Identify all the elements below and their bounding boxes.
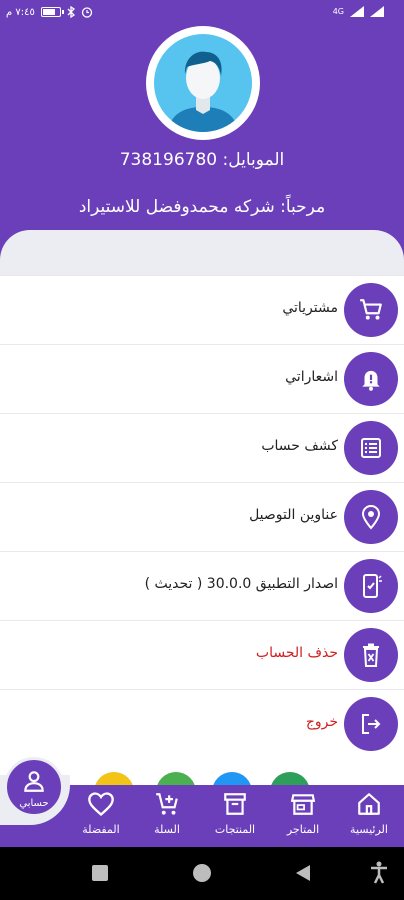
menu-item-app-version[interactable]: اصدار التطبيق 30.0.0 ( تحديث ) xyxy=(0,551,404,620)
accessibility-icon[interactable] xyxy=(369,861,389,885)
menu-label-addresses: عناوين التوصيل xyxy=(249,507,338,523)
nav-cart[interactable]: السلة xyxy=(134,791,200,836)
cart-icon xyxy=(344,283,398,337)
statement-list-icon xyxy=(344,421,398,475)
content-top-curve xyxy=(0,230,404,276)
mobile-number: الموبايل: 738196780 xyxy=(119,150,285,170)
menu-item-statement[interactable]: كشف حساب xyxy=(0,413,404,482)
menu-label-app-version: اصدار التطبيق 30.0.0 ( تحديث ) xyxy=(144,576,338,592)
person-icon xyxy=(24,771,44,792)
menu-label-purchases: مشترياتي xyxy=(282,300,338,316)
menu-label-logout: خروج xyxy=(305,714,338,730)
account-menu: مشترياتي اشعاراتي كشف حساب عناوين التوصي… xyxy=(0,275,404,758)
nav-account-button[interactable]: حسابي xyxy=(4,757,64,817)
phone-update-icon xyxy=(344,559,398,613)
location-pin-icon xyxy=(344,490,398,544)
back-icon[interactable] xyxy=(295,864,311,882)
nav-label-stores: المتاجر xyxy=(286,823,320,836)
bell-icon xyxy=(344,352,398,406)
welcome-text: مرحباً: شركه محمدوفضل للاستيراد xyxy=(78,197,326,217)
status-time: ٧:٤٥ م xyxy=(6,6,35,18)
nav-products[interactable]: المنتجات xyxy=(202,791,268,836)
signal-icon-2 xyxy=(370,6,384,17)
menu-label-delete-account: حذف الحساب xyxy=(255,645,338,661)
battery-icon xyxy=(40,7,64,17)
store-icon xyxy=(290,794,316,815)
nav-label-home: الرئيسية xyxy=(350,823,388,836)
trash-icon xyxy=(344,628,398,682)
home-system-icon[interactable] xyxy=(193,864,211,882)
signal-icon xyxy=(350,6,364,17)
cart-add-icon xyxy=(156,793,178,815)
nav-label-products: المنتجات xyxy=(214,823,256,836)
avatar[interactable] xyxy=(146,26,260,140)
nav-label-cart: السلة xyxy=(154,823,180,836)
menu-item-logout[interactable]: خروج xyxy=(0,689,404,758)
home-icon xyxy=(358,793,380,815)
menu-item-addresses[interactable]: عناوين التوصيل xyxy=(0,482,404,551)
system-nav-bar xyxy=(0,847,404,900)
avatar-image xyxy=(154,34,252,132)
nav-home[interactable]: الرئيسية xyxy=(336,791,402,836)
menu-item-notifications[interactable]: اشعاراتي xyxy=(0,344,404,413)
menu-label-statement: كشف حساب xyxy=(261,438,338,454)
status-bar: ٧:٤٥ م 4G xyxy=(0,0,404,26)
nav-stores[interactable]: المتاجر xyxy=(270,791,336,836)
alarm-icon xyxy=(81,7,93,18)
menu-label-notifications: اشعاراتي xyxy=(285,369,338,385)
network-type: 4G xyxy=(332,7,344,16)
archive-box-icon xyxy=(224,793,246,815)
nav-favorites[interactable]: المفضلة xyxy=(68,791,134,836)
logout-icon xyxy=(344,697,398,751)
bluetooth-icon xyxy=(67,6,75,18)
nav-label-account: حسابي xyxy=(19,798,49,809)
recent-apps-icon[interactable] xyxy=(92,865,108,881)
menu-item-delete-account[interactable]: حذف الحساب xyxy=(0,620,404,689)
nav-label-favorites: المفضلة xyxy=(82,823,120,836)
menu-item-purchases[interactable]: مشترياتي xyxy=(0,275,404,344)
heart-icon xyxy=(88,792,114,817)
